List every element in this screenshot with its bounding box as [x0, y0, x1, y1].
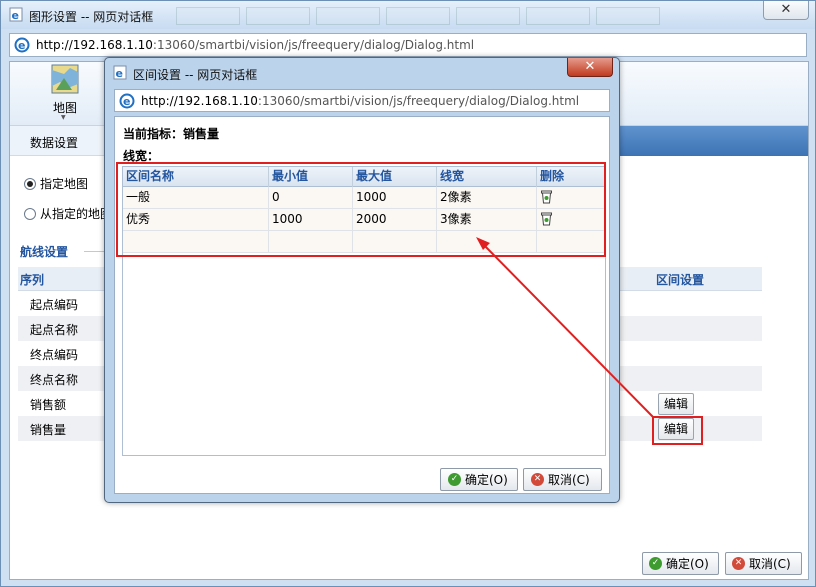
outer-titlebar: e 图形设置 -- 网页对话框 ✕: [1, 1, 815, 29]
outer-cancel-button[interactable]: ✕ 取消(C): [725, 552, 802, 575]
svg-text:e: e: [116, 67, 123, 80]
outer-dialog-title: 图形设置 -- 网页对话框: [29, 10, 154, 24]
x-circle-icon: ✕: [531, 473, 544, 486]
inner-ok-button[interactable]: ✓ 确定(O): [440, 468, 518, 491]
outer-address-bar: e http://192.168.1.10:13060/smartbi/visi…: [9, 33, 807, 57]
outer-close-button[interactable]: ✕: [763, 1, 809, 20]
inner-dialog-title: 区间设置 -- 网页对话框: [133, 68, 258, 82]
route-settings-title: 航线设置: [20, 245, 69, 259]
close-icon: ✕: [584, 59, 596, 74]
svg-text:e: e: [18, 39, 25, 52]
check-circle-icon: ✓: [649, 557, 662, 570]
edit-sales-amount-button[interactable]: 编辑: [658, 393, 694, 415]
ie-page-icon: e: [113, 65, 127, 80]
annotation-highlight-edit: [652, 416, 703, 445]
radio-unchecked-icon[interactable]: [24, 207, 36, 220]
radio-checked-icon[interactable]: [24, 177, 36, 190]
current-indicator-label: 当前指标：销售量: [123, 127, 220, 141]
inner-url: http://192.168.1.10:13060/smartbi/vision…: [141, 94, 580, 108]
radio-specified-map[interactable]: 指定地图: [24, 175, 88, 192]
outer-url: http://192.168.1.10:13060/smartbi/vision…: [36, 38, 475, 52]
ie-e-icon: e: [14, 37, 30, 53]
outer-ok-button[interactable]: ✓ 确定(O): [642, 552, 719, 575]
annotation-highlight-range-grid: [116, 162, 606, 257]
inner-titlebar: e 区间设置 -- 网页对话框 ✕: [105, 58, 619, 86]
map-icon[interactable]: [50, 64, 80, 96]
x-circle-icon: ✕: [732, 557, 745, 570]
background-toolbar-faded: [176, 7, 660, 25]
svg-text:e: e: [123, 95, 130, 108]
inner-close-button[interactable]: ✕: [567, 58, 613, 77]
chevron-down-icon[interactable]: ▼: [61, 114, 66, 121]
inner-dialog-window: e 区间设置 -- 网页对话框 ✕ e http://192.168.1.10:…: [104, 57, 620, 503]
svg-text:e: e: [12, 9, 19, 22]
ie-page-icon: e: [9, 7, 23, 22]
inner-address-bar: e http://192.168.1.10:13060/smartbi/visi…: [114, 89, 610, 112]
col-seq-header: 序列: [20, 273, 45, 287]
tab-data-settings[interactable]: 数据设置: [30, 134, 78, 151]
col-range-header: 区间设置: [656, 273, 705, 287]
inner-cancel-button[interactable]: ✕ 取消(C): [523, 468, 602, 491]
tab-row-highlight: [618, 126, 808, 156]
inner-content-area: 当前指标：销售量 线宽： 区间名称 最小值 最大值 线宽 删除 一般 0 100…: [114, 116, 610, 494]
radio-from-specified-map[interactable]: 从指定的地图: [24, 205, 112, 222]
check-circle-icon: ✓: [448, 473, 461, 486]
ie-e-icon: e: [119, 93, 135, 109]
close-icon: ✕: [780, 2, 792, 17]
